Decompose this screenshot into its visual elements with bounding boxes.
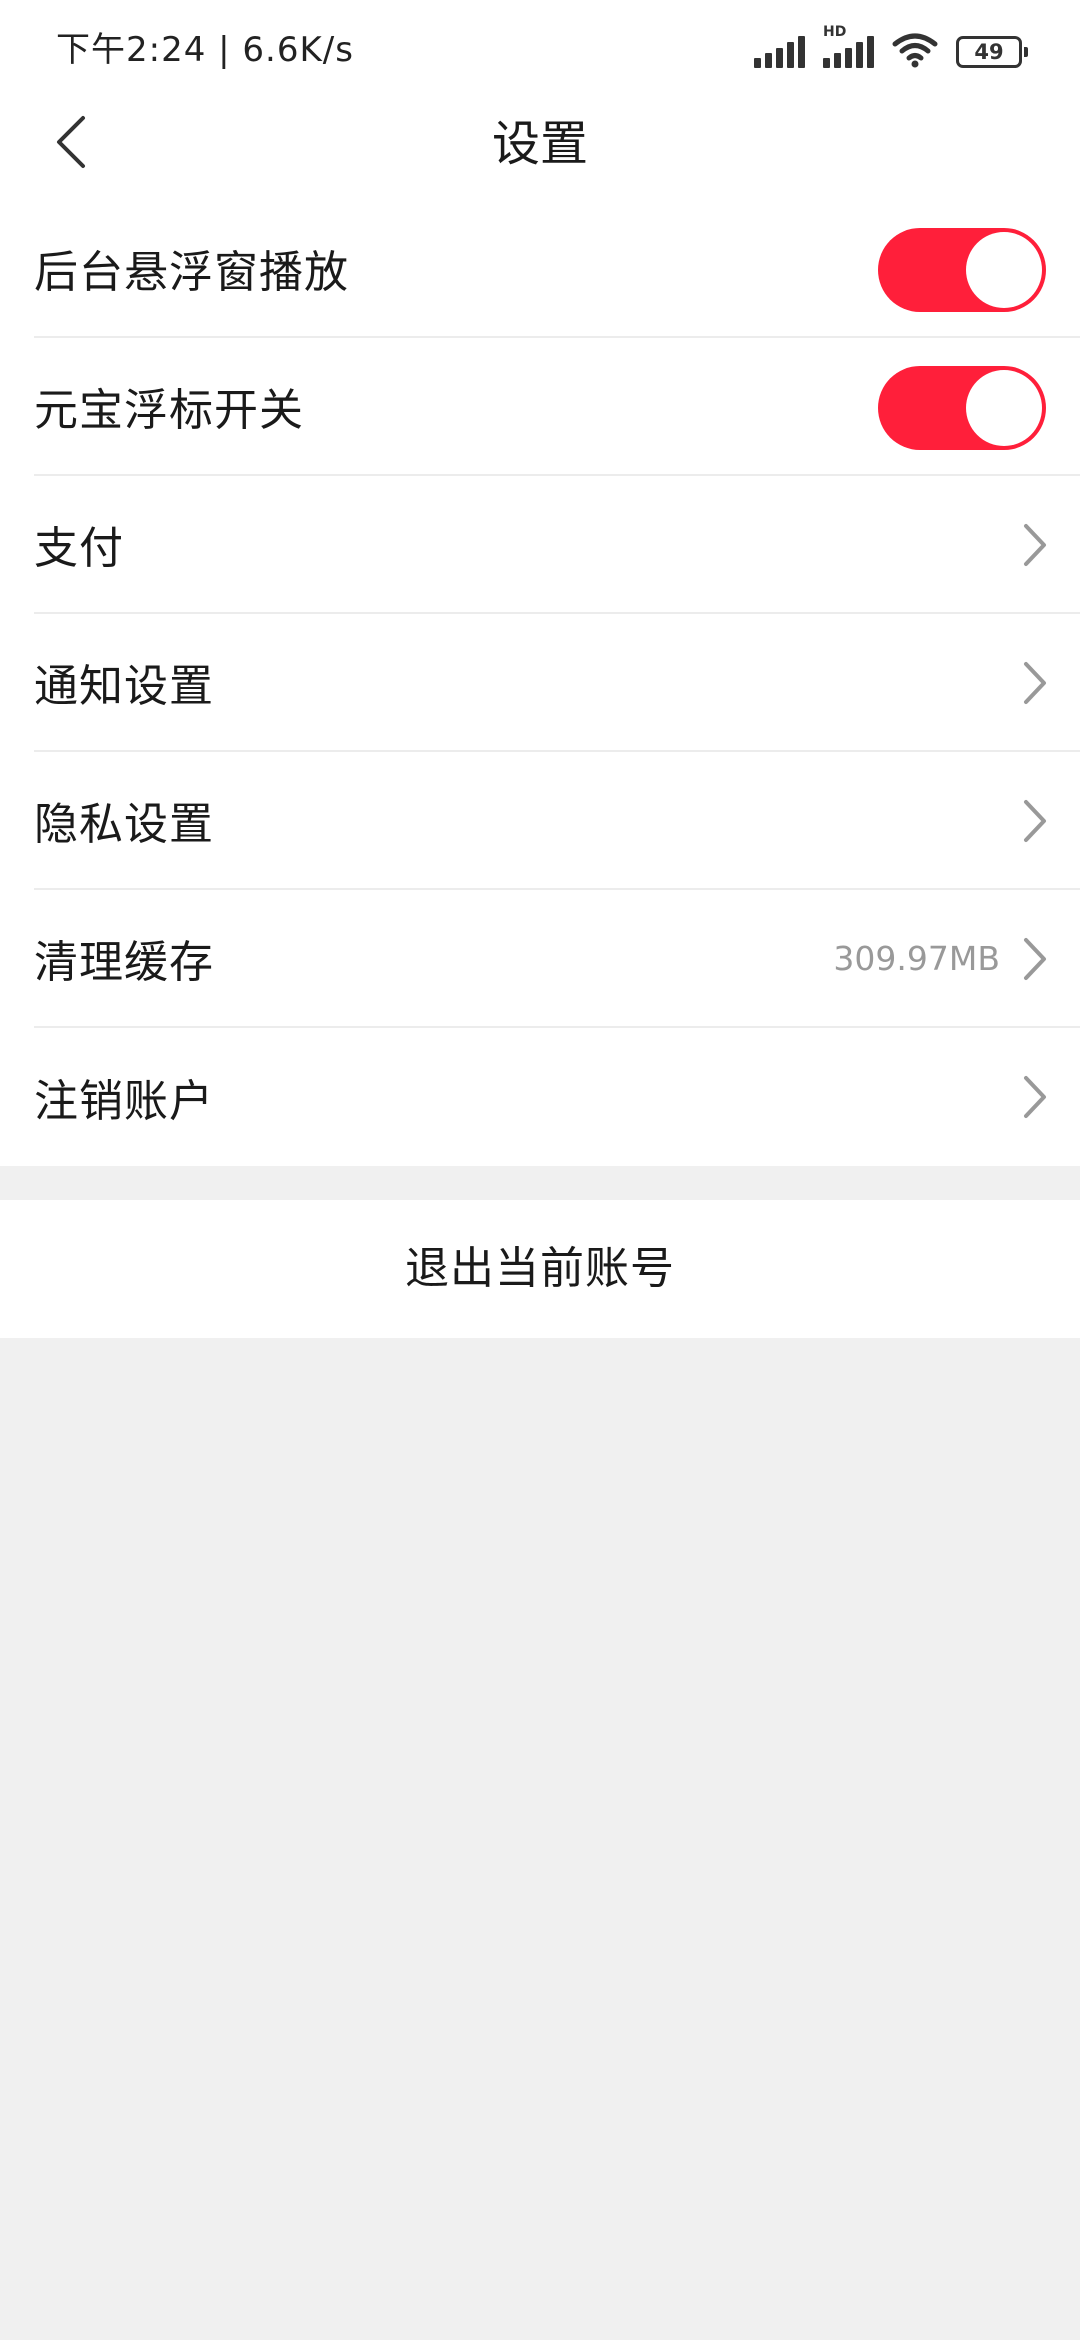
signal-icon [754, 32, 805, 68]
status-time-speed: 下午2:24 | 6.6K/s [56, 30, 354, 70]
setting-row-delete-account[interactable]: 注销账户 [34, 1028, 1080, 1166]
chevron-right-icon [1024, 1076, 1046, 1118]
setting-label: 支付 [34, 523, 124, 574]
wifi-icon [892, 33, 938, 68]
status-icons: HD 49 [754, 24, 1028, 68]
setting-label: 注销账户 [34, 1076, 214, 1127]
battery-level: 49 [974, 40, 1004, 64]
setting-label: 清理缓存 [34, 937, 214, 988]
signal-hd-icon: HD [823, 24, 874, 68]
toggle-knob [966, 232, 1042, 308]
yuanbao-float-toggle[interactable] [878, 366, 1046, 450]
floating-window-toggle[interactable] [878, 228, 1046, 312]
status-bar: 下午2:24 | 6.6K/s HD 49 [0, 0, 1080, 90]
chevron-right-icon [1024, 938, 1046, 980]
chevron-right-icon [1024, 662, 1046, 704]
setting-row-floating-window[interactable]: 后台悬浮窗播放 [34, 200, 1080, 338]
settings-list: 后台悬浮窗播放 元宝浮标开关 支付 通知设置 隐私设置 清理缓存 309.97M… [0, 200, 1080, 1166]
chevron-right-icon [1024, 524, 1046, 566]
battery-icon: 49 [956, 36, 1028, 68]
toggle-knob [966, 370, 1042, 446]
setting-label: 元宝浮标开关 [34, 385, 304, 436]
setting-label: 隐私设置 [34, 799, 214, 850]
setting-label: 通知设置 [34, 661, 214, 712]
setting-row-clear-cache[interactable]: 清理缓存 309.97MB [34, 890, 1080, 1028]
logout-button[interactable]: 退出当前账号 [0, 1200, 1080, 1338]
page-title: 设置 [491, 116, 588, 172]
setting-label: 后台悬浮窗播放 [34, 247, 349, 298]
settings-screen: 下午2:24 | 6.6K/s HD 49 设置 后台悬浮窗播放 元宝浮标开关 … [0, 0, 1080, 2340]
chevron-right-icon [1024, 800, 1046, 842]
cache-size: 309.97MB [833, 939, 1000, 978]
setting-row-yuanbao-float[interactable]: 元宝浮标开关 [34, 338, 1080, 476]
setting-row-notification[interactable]: 通知设置 [34, 614, 1080, 752]
hd-label: HD [823, 24, 847, 40]
setting-row-privacy[interactable]: 隐私设置 [34, 752, 1080, 890]
setting-row-payment[interactable]: 支付 [34, 476, 1080, 614]
